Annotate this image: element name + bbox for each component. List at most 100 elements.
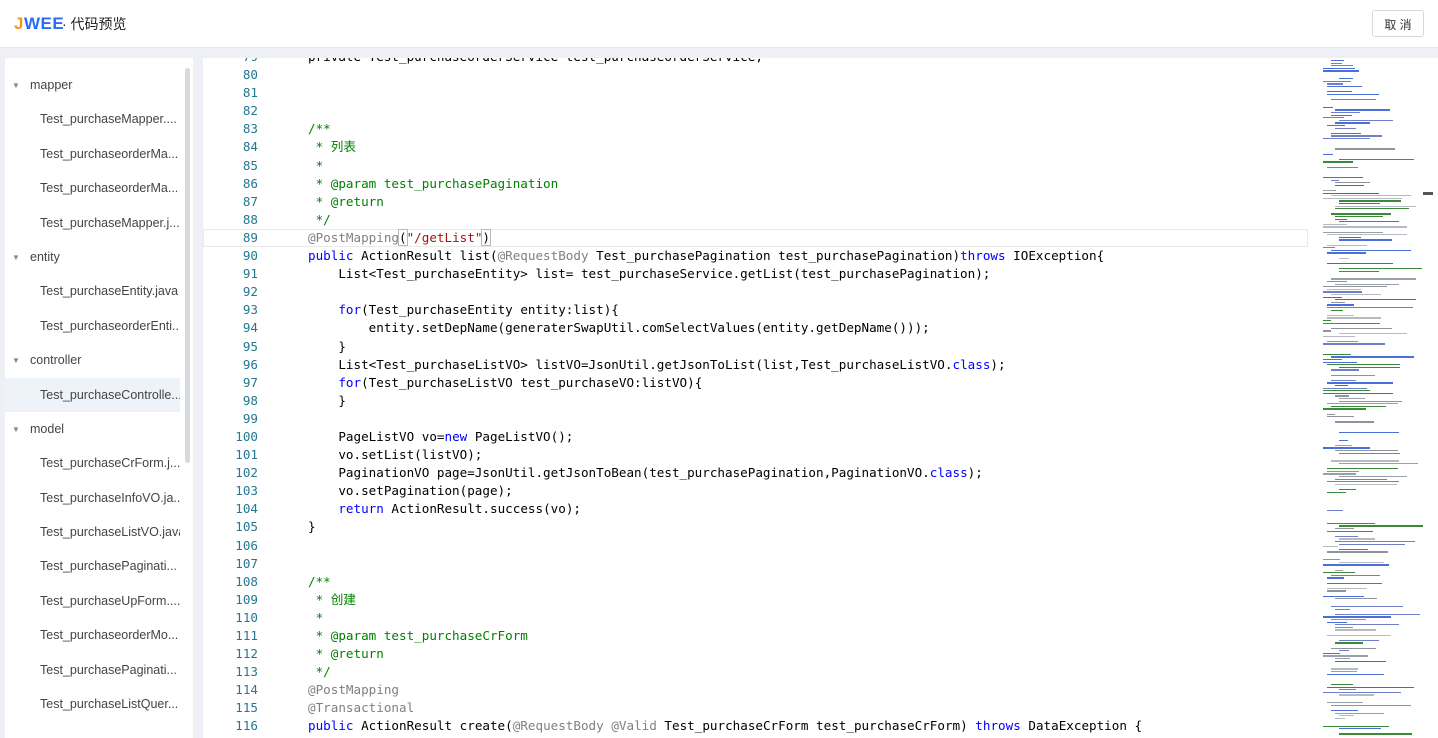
line-number: 90 (242, 248, 258, 264)
tree-file-item[interactable]: Test_purchaseInfoVO.ja... (5, 481, 180, 515)
code-text: * @param test_purchasePagination (308, 175, 559, 193)
minimap-line (1335, 208, 1409, 210)
minimap-line (1323, 559, 1340, 561)
minimap-line (1331, 132, 1361, 135)
minimap-line (1339, 525, 1423, 527)
tree-file-item[interactable]: Test_purchaseMapper.... (5, 102, 180, 136)
minimap-line (1327, 314, 1354, 317)
minimap-line (1339, 543, 1405, 545)
tree-file-item[interactable]: Test_purchaseorderMa... (5, 137, 180, 171)
code-token: * (308, 609, 324, 625)
minimap-line (1323, 392, 1393, 395)
code-line: 94 entity.setDepName(generaterSwapUtil.c… (203, 319, 1308, 337)
code-text: entity.setDepName(generaterSwapUtil.comS… (308, 319, 930, 337)
minimap-line (1327, 403, 1398, 405)
minimap-line (1335, 205, 1416, 207)
minimap-line (1335, 127, 1356, 129)
minimap-line (1323, 320, 1331, 322)
minimap-line (1339, 268, 1422, 270)
cancel-button[interactable]: 取 消 (1372, 10, 1424, 37)
minimap-line (1335, 444, 1352, 447)
line-number: 107 (235, 555, 258, 571)
minimap-line (1327, 262, 1393, 265)
code-text: */ (308, 663, 331, 681)
minimap-line (1327, 86, 1362, 88)
tree-folder-label: mapper (30, 78, 73, 93)
code-text: */ (308, 211, 331, 229)
code-line: 85 * (203, 157, 1308, 175)
tree-file-item[interactable]: Test_purchaseMapper.j... (5, 206, 180, 240)
line-number: 95 (242, 338, 258, 354)
code-token: PageListVO vo= (308, 428, 445, 444)
minimap-line (1327, 93, 1379, 96)
code-line: 81 (203, 84, 1308, 102)
code-editor[interactable]: 79 private Test_purchaseorderService test… (203, 58, 1438, 738)
code-text: } (308, 518, 316, 536)
minimap-line (1327, 364, 1400, 366)
tree-file-item[interactable]: Test_purchaseListQuer... (5, 687, 180, 721)
minimap-line (1323, 223, 1347, 226)
tree-file-item[interactable]: Test_purchaseorderMa... (5, 171, 180, 205)
minimap-line (1331, 619, 1366, 621)
tree-folder-controller[interactable]: ▼ controller (5, 343, 183, 377)
minimap-line (1331, 668, 1358, 670)
tree-file-item[interactable]: Test_purchasePaginati... (5, 653, 180, 687)
tree-file-item[interactable]: Test_purchaseUpForm.... (5, 584, 180, 618)
header-bar: JWEE · 代码预览 取 消 (0, 0, 1438, 48)
minimap-line (1335, 658, 1350, 660)
code-text: * @param test_purchaseCrForm (308, 627, 528, 645)
code-token: /** (308, 573, 331, 589)
minimap-line (1335, 613, 1420, 616)
tree-folder-mapper[interactable]: ▼ mapper (5, 68, 183, 102)
code-token: return (338, 501, 384, 517)
tree-file-item[interactable]: Test_purchasePaginati... (5, 549, 180, 583)
code-text: * 创建 (308, 591, 356, 609)
minimap-line (1331, 135, 1382, 137)
minimap-line (1323, 80, 1351, 83)
minimap-line (1339, 239, 1392, 241)
code-token: * 创建 (308, 591, 356, 607)
code-token: } (308, 338, 346, 354)
minimap-line (1327, 304, 1354, 306)
minimap-scroll-indicator[interactable] (1423, 192, 1433, 195)
minimap-line (1335, 626, 1353, 629)
minimap-line (1331, 65, 1353, 67)
minimap-line (1327, 686, 1414, 688)
minimap-line (1335, 528, 1354, 530)
minimap-line (1327, 281, 1347, 283)
code-token: ); (990, 356, 1006, 372)
code-text: * @return (308, 193, 384, 211)
tree-folder-model[interactable]: ▼ model (5, 412, 183, 446)
minimap-line (1323, 691, 1401, 694)
code-text: vo.setPagination(page); (308, 482, 512, 500)
code-token: throws (975, 718, 1021, 734)
code-line: 112 * @return (203, 645, 1308, 663)
minimap-line (1331, 369, 1359, 371)
tree-folder-entity[interactable]: ▼ entity (5, 240, 183, 274)
minimap-line (1331, 356, 1414, 358)
code-text: /** (308, 573, 331, 591)
page-title: · 代码预览 (62, 16, 127, 32)
minimap-line (1331, 294, 1381, 296)
tree-file-item[interactable]: Test_purchaseorderEnti... (5, 309, 180, 343)
minimap-line (1327, 468, 1398, 470)
minimap-line (1339, 158, 1414, 161)
minimap-line (1323, 117, 1344, 119)
tree-folder-label: entity (30, 250, 60, 265)
code-line: 113 */ (203, 663, 1308, 681)
code-line: 97 for(Test_purchaseListVO test_purchase… (203, 374, 1308, 392)
tree-file-item[interactable]: Test_purchaseEntity.java (5, 274, 180, 308)
minimap-line (1327, 307, 1413, 309)
code-minimap[interactable] (1320, 58, 1424, 738)
tree-file-item[interactable]: Test_purchaseListVO.java (5, 515, 180, 549)
tree-file-item[interactable]: Test_purchaseorderMo... (5, 618, 180, 652)
tree-file-item-active[interactable]: Test_purchaseControlle... (5, 377, 180, 412)
code-token: ) (481, 228, 491, 246)
sidebar-scrollbar[interactable] (185, 68, 190, 463)
minimap-line (1335, 483, 1397, 486)
minimap-line (1323, 564, 1389, 566)
minimap-line (1323, 161, 1353, 163)
tree-file-item[interactable]: Test_purchaseCrForm.j... (5, 446, 180, 480)
minimap-line (1339, 728, 1381, 730)
